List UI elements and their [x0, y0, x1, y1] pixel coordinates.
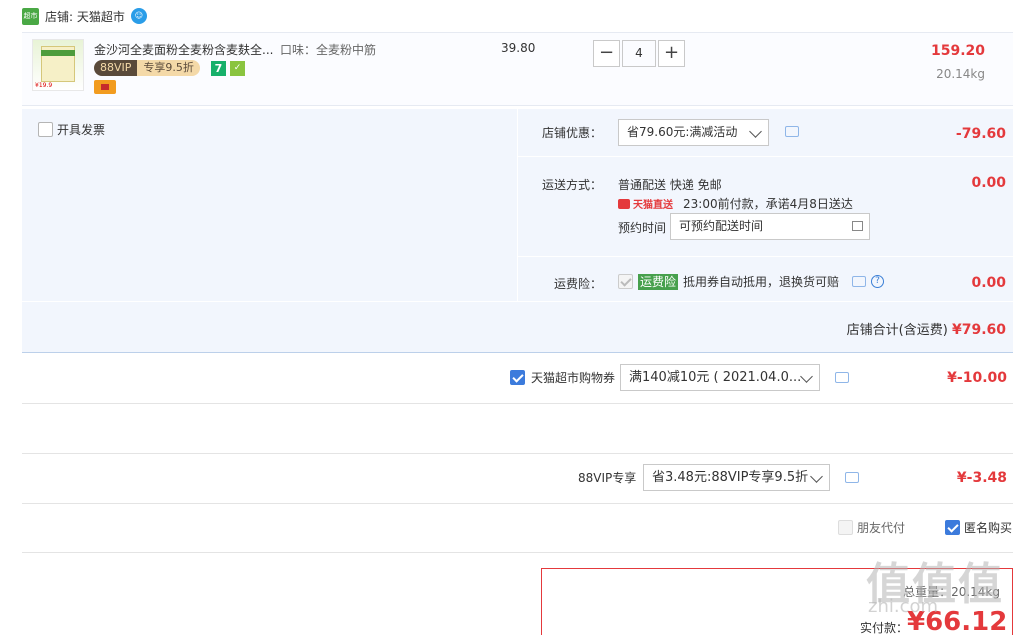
tmall-direct-icon	[618, 198, 630, 209]
anonymous-option[interactable]: 匿名购买	[945, 519, 1012, 536]
friend-pay-option[interactable]: 朋友代付	[838, 519, 905, 536]
insurance-amount: 0.00	[971, 275, 1006, 291]
calendar-icon[interactable]	[852, 221, 863, 231]
chevron-down-icon	[800, 370, 813, 383]
product-row: ¥19.9 金沙河全麦面粉全麦粉含麦麸全... 口味：全麦粉中筋 88VIP 专…	[22, 32, 1013, 106]
invoice-label: 开具发票	[57, 123, 106, 137]
shop-discount-amount: -79.60	[955, 126, 1006, 142]
decrease-button[interactable]: −	[593, 40, 620, 67]
seven-day-return-icon: 7	[211, 61, 226, 76]
invoice-option[interactable]: 开具发票	[38, 121, 105, 138]
help-icon[interactable]: ?	[871, 275, 885, 288]
coupon-amount: ¥-10.00	[947, 370, 1007, 386]
anonymous-checkbox[interactable]	[945, 520, 960, 535]
product-title[interactable]: 金沙河全麦面粉全麦粉含麦麸全...	[94, 41, 273, 58]
shop-name[interactable]: 店铺: 天猫超市	[45, 8, 125, 25]
guarantee-icon: ✓	[230, 61, 245, 76]
quantity-stepper: − 4 +	[593, 40, 685, 67]
shipping-promise: 天猫直送 23:00前付款，承诺4月8日送达	[618, 195, 853, 212]
coupon-checkbox[interactable]	[510, 370, 525, 385]
product-image[interactable]: ¥19.9	[32, 39, 84, 91]
friend-pay-checkbox[interactable]	[838, 520, 853, 535]
insurance-label: 运费险：	[554, 277, 603, 291]
coupon-option[interactable]: 天猫超市购物券	[510, 369, 615, 386]
message-icon[interactable]	[835, 372, 849, 383]
reserve-time-input[interactable]: 可预约配送时间	[670, 213, 870, 240]
message-icon[interactable]	[785, 126, 799, 137]
line-total: 159.20	[930, 43, 985, 59]
coupon-select[interactable]: 满140减10元 ( 2021.04.0...	[620, 364, 820, 391]
shop-subtotal: 店铺合计(含运费) ¥79.60	[846, 322, 1006, 338]
shipping-method: 普通配送 快递 免邮	[618, 178, 722, 192]
vip-discount-select[interactable]: 省3.48元:88VIP专享9.5折	[643, 464, 830, 491]
message-icon[interactable]	[852, 276, 867, 287]
invoice-checkbox[interactable]	[38, 122, 53, 137]
shop-discount-label: 店铺优惠：	[542, 126, 603, 140]
increase-button[interactable]: +	[658, 40, 685, 67]
quantity-input[interactable]: 4	[622, 40, 656, 67]
shipping-label: 运送方式：	[542, 178, 603, 192]
shop-subtotal-amount: ¥79.60	[951, 322, 1006, 338]
shipping-amount: 0.00	[971, 175, 1006, 191]
product-sku: 口味：全麦粉中筋	[280, 43, 377, 57]
credit-card-icon	[94, 80, 116, 94]
shop-header: 超市 店铺: 天猫超市 ☺	[22, 6, 147, 26]
pay-label: 实付款：	[860, 621, 909, 635]
unit-price: 39.80	[501, 41, 536, 55]
vip-row-label: 88VIP专享	[578, 471, 637, 485]
coupon-label: 天猫超市购物券	[531, 371, 616, 385]
shop-discount-select[interactable]: 省79.60元:满减活动	[618, 119, 769, 146]
vip-discount-amount: ¥-3.48	[956, 470, 1007, 486]
insurance-tag: 运费险	[638, 273, 679, 290]
tmall-logo-icon: 超市	[22, 7, 39, 25]
chevron-down-icon	[810, 470, 823, 483]
reserve-label: 预约时间	[618, 221, 667, 235]
chevron-down-icon	[749, 125, 762, 138]
line-weight: 20.14kg	[936, 67, 985, 81]
insurance-option: 运费险 抵用券自动抵用，退换货可赔 ?	[618, 273, 885, 290]
message-icon[interactable]	[845, 472, 859, 483]
order-options-panel: 开具发票 店铺优惠： 省79.60元:满减活动 -79.60 运送方式： 普通配…	[22, 109, 1013, 353]
watermark-url: zhi.com	[868, 596, 939, 617]
insurance-checkbox	[618, 274, 633, 289]
wangwang-icon[interactable]: ☺	[130, 8, 147, 24]
vip-discount-tag: 88VIP 专享9.5折	[94, 60, 200, 76]
